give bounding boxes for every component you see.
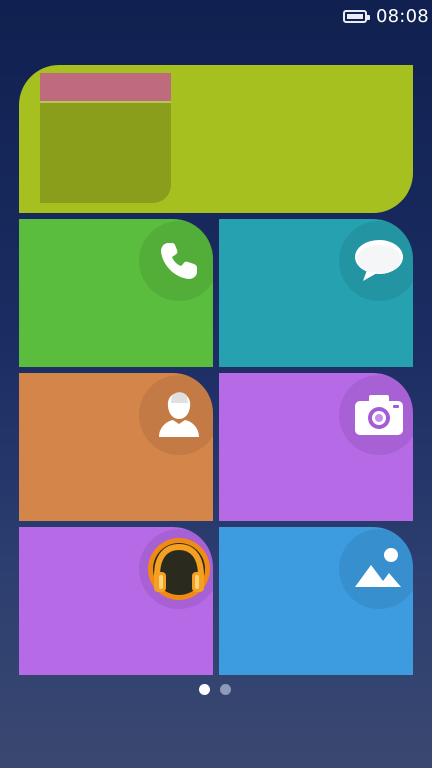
- headphones-icon: [139, 529, 213, 609]
- page-dot-inactive[interactable]: [220, 684, 231, 695]
- contact-person-icon: [139, 375, 213, 455]
- phone-icon: [139, 221, 213, 301]
- music-app-tile[interactable]: [19, 527, 213, 675]
- page-indicator: [199, 684, 233, 696]
- gallery-app-tile[interactable]: [219, 527, 413, 675]
- status-clock: 08:08: [376, 6, 429, 27]
- camera-app-tile[interactable]: [219, 373, 413, 521]
- page-dot-active[interactable]: [199, 684, 210, 695]
- widget-panel: [40, 73, 171, 203]
- gallery-mountain-icon: [339, 529, 413, 609]
- phone-app-tile[interactable]: [19, 219, 213, 367]
- widget-tile[interactable]: [19, 65, 413, 213]
- messages-app-tile[interactable]: [219, 219, 413, 367]
- message-bubble-icon: [339, 221, 413, 301]
- camera-icon: [339, 375, 413, 455]
- widget-panel-header: [40, 73, 171, 101]
- battery-full-icon: [343, 10, 370, 23]
- contacts-app-tile[interactable]: [19, 373, 213, 521]
- status-bar: 08:08: [0, 0, 432, 34]
